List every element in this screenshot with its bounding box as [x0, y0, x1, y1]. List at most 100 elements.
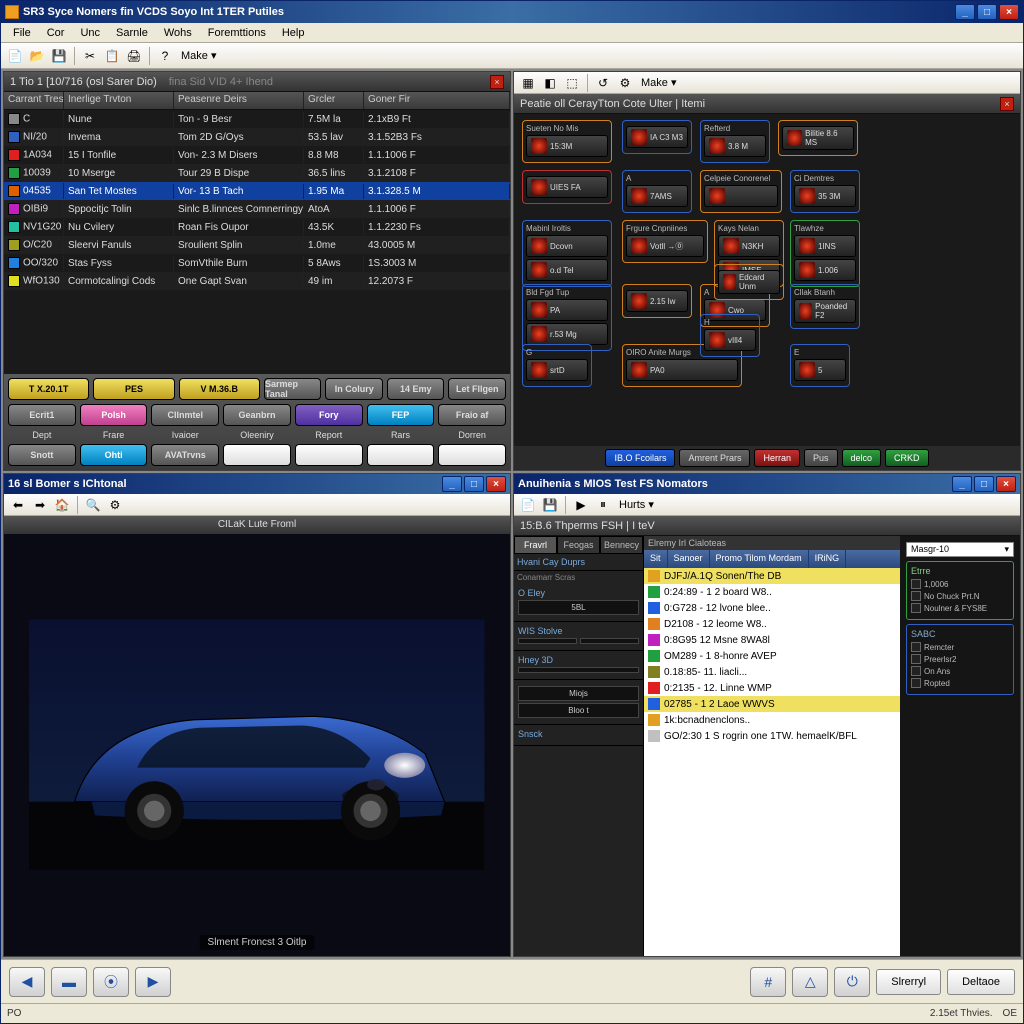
bl-tool-icon[interactable]: ➡: [30, 495, 50, 515]
diagram-node[interactable]: vIll4: [704, 329, 756, 351]
tool-save-icon[interactable]: 💾: [49, 46, 69, 66]
menu-unc[interactable]: Unc: [72, 25, 108, 41]
action-button[interactable]: [438, 444, 506, 466]
bl-close-button[interactable]: ×: [486, 476, 506, 492]
diagram-node-group[interactable]: E5: [790, 344, 850, 387]
bl-tool-icon[interactable]: 🏠: [52, 495, 72, 515]
table-row[interactable]: 1003910 MsergeTour 29 B Dispe36.5 lins3.…: [4, 164, 510, 182]
action-button[interactable]: [223, 444, 291, 466]
diagram-node[interactable]: 3.8 M: [704, 135, 766, 157]
make-dropdown[interactable]: Make ▾: [177, 49, 220, 62]
tr-bottom-button[interactable]: Herran: [754, 449, 800, 467]
diagram-node-group[interactable]: Edcard Unm: [714, 264, 784, 300]
close-button[interactable]: ×: [999, 4, 1019, 20]
br-list-row[interactable]: D2108 - 12 leome W8..: [644, 616, 900, 632]
br-tool-icon[interactable]: 📄: [518, 495, 538, 515]
action-button[interactable]: [295, 444, 363, 466]
diagram-node[interactable]: 2.15 lw: [626, 290, 688, 312]
diagram-node[interactable]: Dcovn: [526, 235, 608, 257]
br-list-row[interactable]: 0:2135 - 12. Linne WMP: [644, 680, 900, 696]
menu-foremttions[interactable]: Foremttions: [200, 25, 274, 41]
diagram-node[interactable]: 35 3M: [794, 185, 856, 207]
diagram-node-group[interactable]: Refterd3.8 M: [700, 120, 770, 163]
table-row[interactable]: 04535San Tet MostesVor- 13 B Tach1.95 Ma…: [4, 182, 510, 200]
tr-tool-icon[interactable]: ▦: [518, 73, 538, 93]
bl-minimize-button[interactable]: _: [442, 476, 462, 492]
check-row[interactable]: Ropted: [911, 678, 1009, 688]
tr-bottom-button[interactable]: Amrent Prars: [679, 449, 750, 467]
power-button[interactable]: ⏻: [834, 967, 870, 997]
pill-button[interactable]: 14 Emy: [387, 378, 445, 400]
diagram-node[interactable]: o.d Tel: [526, 259, 608, 281]
diagram-node[interactable]: 5: [794, 359, 846, 381]
tr-tool-icon[interactable]: ◧: [540, 73, 560, 93]
action-button[interactable]: Geanbrn: [223, 404, 291, 426]
table-row[interactable]: WfO130Cormotcalingi CodsOne Gapt Svan49 …: [4, 272, 510, 290]
table-row[interactable]: NV1G20Nu CvileryRoan Fis Oupor43.5K1.1.2…: [4, 218, 510, 236]
diagram-node-group[interactable]: Celpeie Conorenel: [700, 170, 782, 213]
br-list-row[interactable]: 0:8G95 12 Msne 8WA8l: [644, 632, 900, 648]
action-button[interactable]: Cllnmtel: [151, 404, 219, 426]
maximize-button[interactable]: □: [977, 4, 997, 20]
minimize-button[interactable]: _: [955, 4, 975, 20]
diagram-node[interactable]: PA0: [626, 359, 738, 381]
diagram-node[interactable]: Poanded F2: [794, 299, 856, 323]
tool-cut-icon[interactable]: ✂: [80, 46, 100, 66]
br-left-tab[interactable]: Fravrl: [514, 536, 557, 554]
table-row[interactable]: 1A03415 I TonfileVon- 2.3 M Disers8.8 M8…: [4, 146, 510, 164]
grid-button[interactable]: #: [750, 967, 786, 997]
br-maximize-button[interactable]: □: [974, 476, 994, 492]
tr-bottom-button[interactable]: Pus: [804, 449, 838, 467]
diagram-node-group[interactable]: IA C3 M3: [622, 120, 692, 154]
tr-make-dropdown[interactable]: Make ▾: [637, 76, 680, 89]
diagram-node-group[interactable]: Cllak BtanhPoanded F2: [790, 284, 860, 329]
tl-column-header[interactable]: Inerlige Trvton: [64, 92, 174, 109]
tl-collapse-icon[interactable]: ×: [490, 75, 504, 89]
diagram-node-group[interactable]: UIES FA: [522, 170, 612, 204]
diagram-node[interactable]: 15:3M: [526, 135, 608, 157]
action-button[interactable]: Ohti: [80, 444, 148, 466]
br-module-cell[interactable]: Miojs: [518, 686, 639, 701]
diagram-node-group[interactable]: A7AMS: [622, 170, 692, 213]
diagram-node[interactable]: N3KH: [718, 235, 780, 257]
bl-tool-icon[interactable]: ⬅: [8, 495, 28, 515]
br-center-tab[interactable]: Sit: [644, 550, 668, 568]
bl-maximize-button[interactable]: □: [464, 476, 484, 492]
br-left-tab[interactable]: Bennecy: [600, 536, 643, 554]
diagram-node-group[interactable]: Sueten No Mis15:3M: [522, 120, 612, 163]
tr-bottom-button[interactable]: IB.O Fcoilars: [605, 449, 675, 467]
br-module-cell[interactable]: [580, 638, 639, 644]
pill-button[interactable]: PES: [93, 378, 174, 400]
menu-wohs[interactable]: Wohs: [156, 25, 200, 41]
action-button[interactable]: AVATrvns: [151, 444, 219, 466]
menu-help[interactable]: Help: [274, 25, 313, 41]
pill-button[interactable]: T X.20.1T: [8, 378, 89, 400]
diagram-node[interactable]: UIES FA: [526, 176, 608, 198]
pill-button[interactable]: Let Fllgen: [448, 378, 506, 400]
br-list-row[interactable]: 0:G728 - 12 lvone blee..: [644, 600, 900, 616]
tr-tool-icon[interactable]: ↺: [593, 73, 613, 93]
menu-sarnle[interactable]: Sarnle: [108, 25, 156, 41]
diagram-node[interactable]: Votll →⓪: [626, 235, 704, 257]
pill-button[interactable]: Sarmep Tanal: [264, 378, 322, 400]
prev-button[interactable]: ◀: [9, 967, 45, 997]
action-button[interactable]: [367, 444, 435, 466]
diagram-node[interactable]: [704, 185, 778, 207]
br-module-cell[interactable]: [518, 667, 639, 673]
menu-file[interactable]: File: [5, 25, 39, 41]
br-center-tab[interactable]: IRiNG: [809, 550, 847, 568]
play-button[interactable]: ▶: [135, 967, 171, 997]
stop-button[interactable]: ▬: [51, 967, 87, 997]
br-list-row[interactable]: OM289 - 1 8-honre AVEP: [644, 648, 900, 664]
action-button[interactable]: Fory: [295, 404, 363, 426]
deltaoe-button[interactable]: Deltaoe: [947, 969, 1015, 995]
diagram-node[interactable]: IA C3 M3: [626, 126, 688, 148]
check-row[interactable]: Noulner & FYS8E: [911, 603, 1009, 613]
br-list-row[interactable]: 1k:bcnadnenclons..: [644, 712, 900, 728]
tl-column-header[interactable]: Carrant Tres: [4, 92, 64, 109]
table-row[interactable]: OO/320Stas FyssSomVthile Burn5 8Aws1S.30…: [4, 254, 510, 272]
pill-button[interactable]: V M.36.B: [179, 378, 260, 400]
check-row[interactable]: Remcter: [911, 642, 1009, 652]
action-button[interactable]: Polsh: [80, 404, 148, 426]
table-row[interactable]: NI/20InvemaTom 2D G/Oys53.5 lav3.1.52B3 …: [4, 128, 510, 146]
